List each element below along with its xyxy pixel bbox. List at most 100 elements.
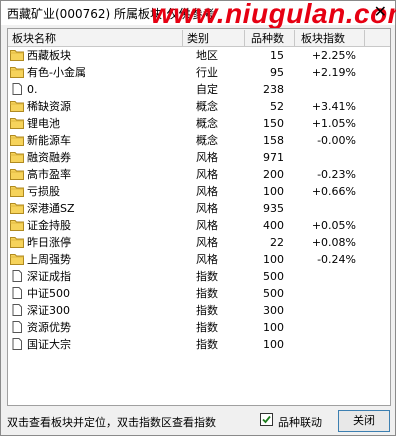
linkage-checkbox-label[interactable]: 品种联动 [278,414,322,430]
sector-name: 西藏板块 [27,49,71,62]
table-row[interactable]: 有色-小金属 行业 95 +2.19% [8,64,390,81]
sector-name: 融资融券 [27,151,71,164]
sector-type: 风格 [196,168,218,181]
sector-type: 行业 [196,66,218,79]
sector-name: 资源优势 [27,321,71,334]
sector-name-cell: 深证成指 [10,268,182,285]
sector-count: 971 [263,151,284,164]
sector-count: 200 [263,168,284,181]
sector-index: -0.00% [317,134,356,147]
sector-type: 地区 [196,49,218,62]
sector-type: 风格 [196,219,218,232]
sector-index [286,149,356,166]
sector-name-cell: 西藏板块 [10,47,182,64]
table-row[interactable]: 0. 自定 238 [8,81,390,98]
sector-name: 0. [27,83,38,96]
table-row[interactable]: 亏损股 风格 100 +0.66% [8,183,390,200]
sector-type: 风格 [196,236,218,249]
sector-name-cell: 锂电池 [10,115,182,132]
watermark-logo: www.niugulan.com [151,0,396,29]
sector-count: 400 [263,219,284,232]
column-header-index[interactable]: 板块指数 [295,30,365,46]
table-row[interactable]: 国证大宗 指数 100 [8,336,390,353]
folder-icon [10,100,24,112]
table-row[interactable]: 高市盈率 风格 200 -0.23% [8,166,390,183]
sector-index [286,319,356,336]
sector-name-cell: 融资融券 [10,149,182,166]
sector-name-cell: 昨日涨停 [10,234,182,251]
folder-icon [10,236,24,248]
sector-name-cell: 稀缺资源 [10,98,182,115]
sector-type: 风格 [196,185,218,198]
table-row[interactable]: 深港通SZ 风格 935 [8,200,390,217]
table-row[interactable]: 深证300 指数 300 [8,302,390,319]
sector-type: 指数 [196,287,218,300]
table-row[interactable]: 锂电池 概念 150 +1.05% [8,115,390,132]
sector-count: 500 [263,270,284,283]
sector-name-cell: 深证300 [10,302,182,319]
sector-name: 亏损股 [27,185,60,198]
sector-index: +2.19% [311,66,356,79]
sector-count: 500 [263,287,284,300]
sector-name-cell: 亏损股 [10,183,182,200]
sector-count: 100 [263,321,284,334]
table-row[interactable]: 西藏板块 地区 15 +2.25% [8,47,390,64]
sector-count: 100 [263,338,284,351]
sector-name-cell: 新能源车 [10,132,182,149]
table-row[interactable]: 融资融券 风格 971 [8,149,390,166]
sector-index: +2.25% [311,49,356,62]
sector-type: 概念 [196,100,218,113]
sector-name: 国证大宗 [27,338,71,351]
sector-name-cell: 证金持股 [10,217,182,234]
folder-icon [10,168,24,180]
table-row[interactable]: 证金持股 风格 400 +0.05% [8,217,390,234]
sector-index: -0.23% [317,168,356,181]
linkage-checkbox[interactable] [260,413,273,426]
sector-count: 100 [263,185,284,198]
sector-count: 95 [270,66,284,79]
folder-icon [10,253,24,265]
sector-type: 自定 [196,83,218,96]
table-row[interactable]: 深证成指 指数 500 [8,268,390,285]
column-header-count[interactable]: 品种数 [245,30,295,46]
sector-name-cell: 国证大宗 [10,336,182,353]
table-row[interactable]: 昨日涨停 风格 22 +0.08% [8,234,390,251]
sector-type: 概念 [196,134,218,147]
sector-name: 深证300 [27,304,70,317]
column-header-name[interactable]: 板块名称 [8,30,183,46]
column-header-type[interactable]: 类别 [183,30,245,46]
table-row[interactable]: 中证500 指数 500 [8,285,390,302]
sector-name-cell: 深港通SZ [10,200,182,217]
sector-name: 深港通SZ [27,202,75,215]
sector-name: 上周强势 [27,253,71,266]
sector-table[interactable]: 板块名称 类别 品种数 板块指数 西藏板块 地区 15 +2.25% 有色-小金属 行业 9… [7,28,391,406]
sector-name-cell: 资源优势 [10,319,182,336]
sector-count: 100 [263,253,284,266]
sector-count: 15 [270,49,284,62]
table-row[interactable]: 新能源车 概念 158 -0.00% [8,132,390,149]
sector-index: +1.05% [311,117,356,130]
document-icon [10,83,24,95]
sector-name-cell: 0. [10,81,182,98]
title-bar[interactable]: 西藏矿业(000762) 所属板块(仅供参考 www.niugulan.com … [1,0,396,29]
table-row[interactable]: 稀缺资源 概念 52 +3.41% [8,98,390,115]
close-icon[interactable]: ✕ [374,3,387,21]
sector-index: +3.41% [311,100,356,113]
sector-name-cell: 上周强势 [10,251,182,268]
sector-name: 锂电池 [27,117,60,130]
sector-name: 中证500 [27,287,70,300]
sector-name: 证金持股 [27,219,71,232]
sector-type: 指数 [196,321,218,334]
sector-index [286,302,356,319]
folder-icon [10,219,24,231]
table-row[interactable]: 上周强势 风格 100 -0.24% [8,251,390,268]
sector-name: 深证成指 [27,270,71,283]
table-header: 板块名称 类别 品种数 板块指数 [8,29,390,47]
document-icon [10,287,24,299]
sector-name: 高市盈率 [27,168,71,181]
sector-index: -0.24% [317,253,356,266]
folder-icon [10,66,24,78]
close-button[interactable]: 关闭 [338,410,390,432]
table-row[interactable]: 资源优势 指数 100 [8,319,390,336]
sector-name-cell: 有色-小金属 [10,64,182,81]
